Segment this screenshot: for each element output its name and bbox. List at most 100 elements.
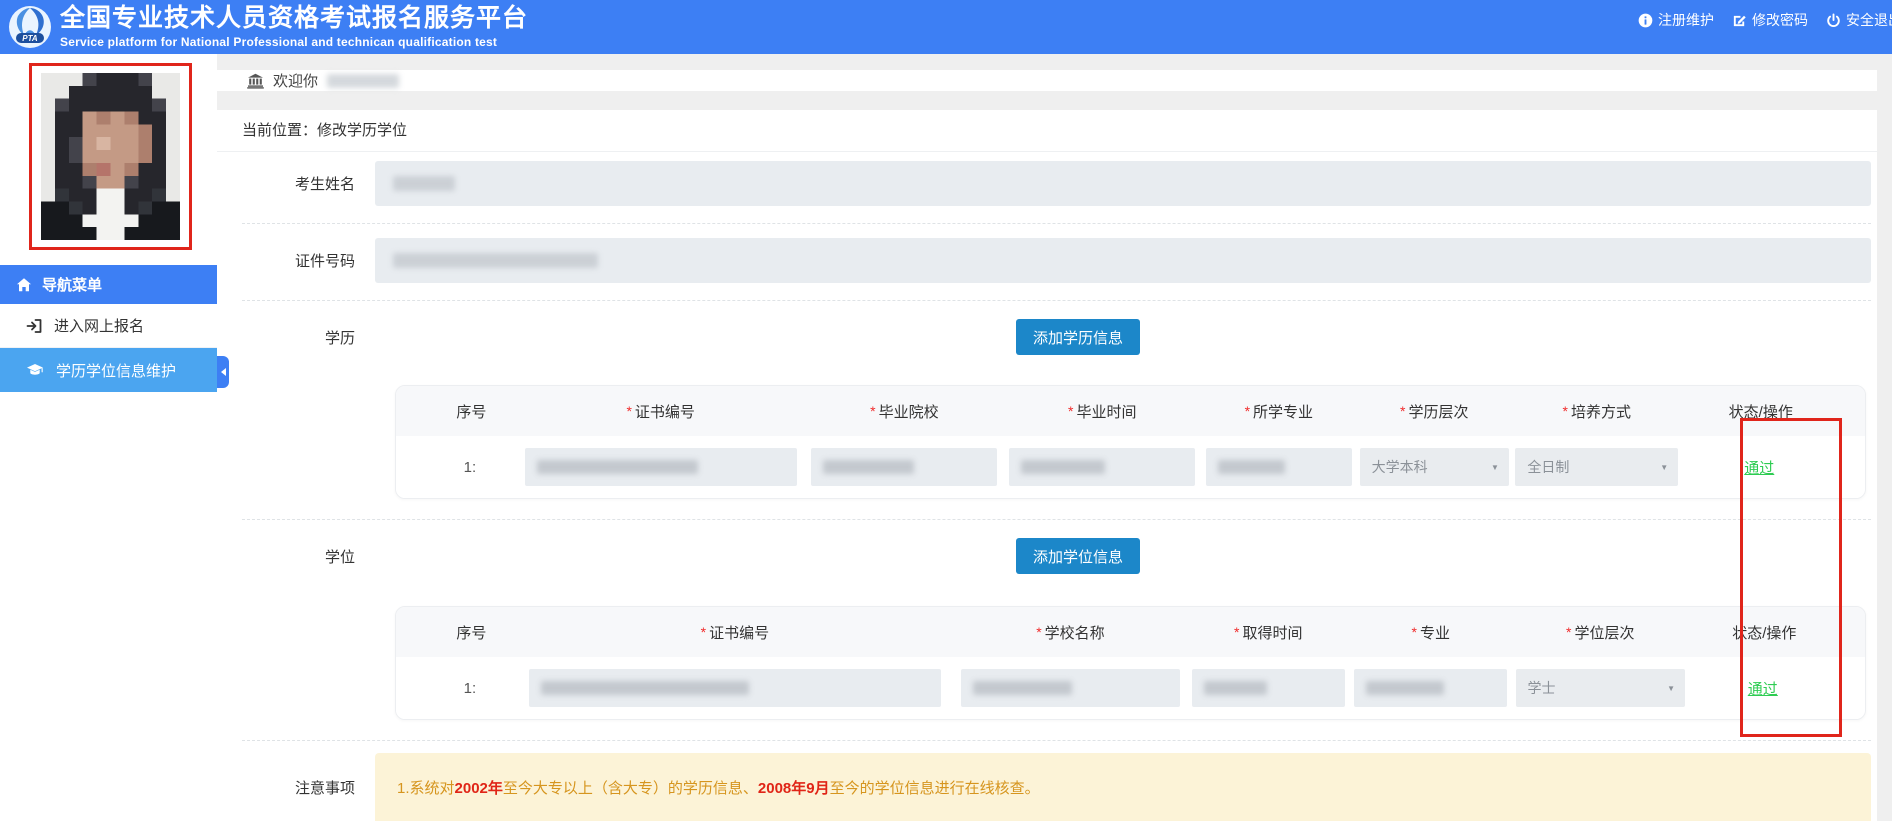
- degree-status-pass-link[interactable]: 通过: [1748, 678, 1778, 699]
- notes-label: 注意事项: [242, 753, 375, 798]
- candidate-name-row: 考生姓名: [242, 161, 1871, 206]
- col-header-graduation-date: *毕业时间: [1003, 401, 1201, 422]
- sidebar-item-nav-menu: 导航菜单: [0, 265, 217, 304]
- candidate-photo-annotated: [29, 63, 192, 250]
- sidebar: 导航菜单 进入网上报名 学历学位信息维护: [0, 54, 217, 821]
- app-title: 全国专业技术人员资格考试报名服务平台: [60, 5, 528, 33]
- candidate-name-redacted: [327, 74, 399, 88]
- degree-level-select[interactable]: 学士▼: [1516, 669, 1686, 707]
- col-header-major-studied: *所学专业: [1201, 401, 1356, 422]
- divider: [242, 740, 1871, 741]
- change-password-link[interactable]: 修改密码: [1732, 10, 1808, 30]
- col-header-education-level: *学历层次: [1357, 401, 1512, 422]
- sidebar-item-nav-menu-label: 导航菜单: [42, 274, 102, 295]
- id-number-field: [375, 238, 1871, 283]
- sidebar-item-education-degree-maintenance-label: 学历学位信息维护: [56, 360, 176, 381]
- training-mode-select[interactable]: 全日制▼: [1515, 448, 1678, 486]
- major-studied-redacted: [1218, 460, 1285, 474]
- candidate-photo-pixelated: [41, 73, 180, 240]
- education-level-select[interactable]: 大学本科▼: [1360, 448, 1509, 486]
- col-header-status-action: 状态/操作: [1682, 401, 1837, 422]
- degree-table-header: 序号 *证书编号 *学校名称 *取得时间 *专业 *学位层次 状态/操作: [396, 607, 1865, 657]
- row-seq: 1:: [464, 459, 477, 476]
- safe-logout-label: 安全退出: [1846, 10, 1892, 30]
- major-redacted: [1366, 681, 1443, 695]
- graduation-date-redacted: [1021, 460, 1104, 474]
- col-header-seq: 序号: [424, 622, 516, 643]
- app-subtitle: Service platform for National Profession…: [60, 35, 528, 49]
- power-icon: [1826, 13, 1841, 28]
- page: PTA 全国专业技术人员资格考试报名服务平台 Service platform …: [0, 0, 1892, 821]
- content-shell: 导航菜单 进入网上报名 学历学位信息维护: [0, 54, 1892, 821]
- degree-table: 序号 *证书编号 *学校名称 *取得时间 *专业 *学位层次 状态/操作 1:: [395, 606, 1866, 720]
- graduation-school-redacted: [823, 460, 913, 474]
- sidebar-item-enter-registration-label: 进入网上报名: [54, 315, 144, 336]
- candidate-name-value-redacted: [393, 176, 455, 191]
- col-header-school-name: *学校名称: [954, 622, 1187, 643]
- welcome-text: 欢迎你: [273, 70, 318, 91]
- sidebar-collapse-handle[interactable]: [217, 356, 229, 388]
- pta-logo: PTA: [8, 5, 52, 49]
- education-section-label: 学历: [242, 327, 375, 348]
- pta-logo-text: PTA: [22, 34, 38, 43]
- col-header-seq: 序号: [424, 401, 516, 422]
- chevron-left-icon: [221, 368, 226, 376]
- certificate-no-field: [525, 448, 797, 486]
- note-highlight-2002: 2002年: [455, 780, 503, 797]
- main-area: 欢迎你 当前位置：修改学历学位 考生姓名 证件号码: [217, 54, 1892, 821]
- info-icon: [1638, 13, 1653, 28]
- education-table: 序号 *证书编号 *毕业院校 *毕业时间 *所学专业 *学历层次 *培养方式 状…: [395, 385, 1866, 499]
- sidebar-item-education-degree-maintenance[interactable]: 学历学位信息维护: [0, 348, 217, 392]
- register-maintenance-link[interactable]: 注册维护: [1638, 10, 1714, 30]
- safe-logout-link[interactable]: 安全退出: [1826, 10, 1892, 30]
- degree-section-label: 学位: [242, 546, 375, 567]
- header-links: 注册维护 修改密码 安全退出: [1638, 10, 1892, 30]
- major-studied-field: [1206, 448, 1352, 486]
- school-name-field: [961, 669, 1180, 707]
- graduation-cap-icon: [26, 362, 44, 378]
- add-education-button[interactable]: 添加学历信息: [1016, 319, 1140, 355]
- col-header-certificate-no: *证书编号: [516, 622, 954, 643]
- notes-row: 注意事项 1.系统对2002年至今大专以上（含大专）的学历信息、2008年9月至…: [242, 753, 1871, 821]
- obtain-date-field: [1192, 669, 1345, 707]
- sign-in-icon: [26, 318, 42, 334]
- dropdown-caret-icon: ▼: [1660, 463, 1668, 472]
- certificate-no-redacted: [541, 681, 749, 695]
- id-number-row: 证件号码: [242, 238, 1871, 283]
- id-number-label: 证件号码: [242, 250, 375, 271]
- education-table-header: 序号 *证书编号 *毕业院校 *毕业时间 *所学专业 *学历层次 *培养方式 状…: [396, 386, 1865, 436]
- main-panel: 当前位置：修改学历学位 考生姓名 证件号码: [217, 110, 1877, 821]
- major-field: [1354, 669, 1507, 707]
- education-status-pass-link[interactable]: 通过: [1744, 457, 1774, 478]
- register-maintenance-label: 注册维护: [1658, 10, 1714, 30]
- candidate-name-label: 考生姓名: [242, 173, 375, 194]
- sidebar-item-enter-registration[interactable]: 进入网上报名: [0, 304, 217, 348]
- change-password-label: 修改密码: [1752, 10, 1808, 30]
- breadcrumb: 当前位置：修改学历学位: [217, 110, 1877, 152]
- sidebar-nav: 导航菜单 进入网上报名 学历学位信息维护: [0, 265, 217, 392]
- col-header-obtain-date: *取得时间: [1187, 622, 1349, 643]
- certificate-no-redacted: [537, 460, 698, 474]
- col-header-degree-level: *学位层次: [1512, 622, 1689, 643]
- col-header-major: *专业: [1349, 622, 1511, 643]
- app-titles: 全国专业技术人员资格考试报名服务平台 Service platform for …: [60, 5, 528, 49]
- edit-icon: [1732, 13, 1747, 28]
- add-degree-button[interactable]: 添加学位信息: [1016, 538, 1140, 574]
- dropdown-caret-icon: ▼: [1491, 463, 1499, 472]
- col-header-status-action: 状态/操作: [1689, 622, 1837, 643]
- welcome-bar: 欢迎你: [217, 70, 1877, 91]
- divider: [242, 519, 1871, 520]
- education-table-row: 1: 大学本科▼ 全日制▼ 通过: [396, 436, 1865, 498]
- education-section-row: 学历 添加学历信息: [242, 309, 1871, 365]
- school-name-redacted: [973, 681, 1072, 695]
- dropdown-caret-icon: ▼: [1667, 684, 1675, 693]
- education-degree-form: 考生姓名 证件号码 学历 添加学历信息: [217, 152, 1877, 821]
- institution-icon: [247, 73, 264, 89]
- divider: [242, 300, 1871, 301]
- obtain-date-redacted: [1204, 681, 1267, 695]
- home-icon: [16, 277, 32, 293]
- candidate-name-field: [375, 161, 1871, 206]
- col-header-certificate-no: *证书编号: [516, 401, 806, 422]
- divider: [242, 223, 1871, 224]
- graduation-school-field: [811, 448, 997, 486]
